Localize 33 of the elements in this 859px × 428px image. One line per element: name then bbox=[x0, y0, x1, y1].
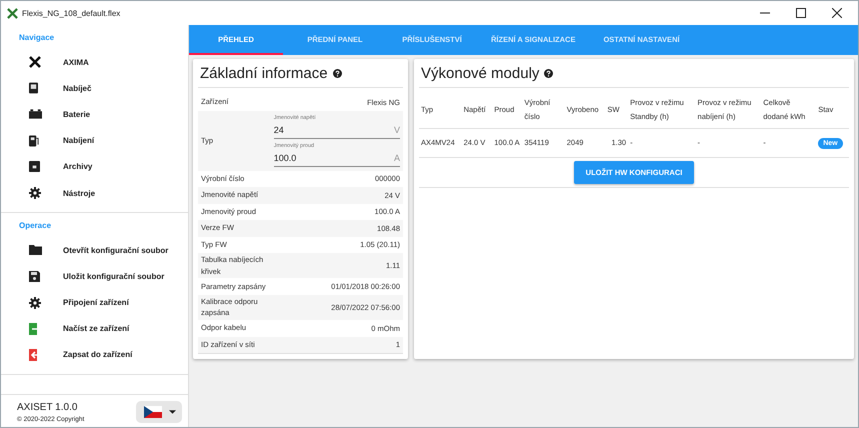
nav-item[interactable]: Nástroje bbox=[1, 180, 188, 206]
help-icon[interactable] bbox=[544, 68, 554, 78]
nav-item[interactable]: Zapsat do zařízení bbox=[1, 342, 188, 368]
app-version: AXISET 1.0.0 bbox=[17, 402, 78, 412]
flag-icon bbox=[144, 406, 162, 418]
section-heading: Navigace bbox=[18, 33, 54, 42]
card-title: Základní informace bbox=[200, 64, 328, 82]
settings-icon bbox=[29, 187, 41, 200]
nav-item[interactable]: Připojení zařízení bbox=[1, 290, 188, 316]
nav-item[interactable]: AXIMA bbox=[1, 49, 188, 76]
language-select[interactable] bbox=[136, 401, 182, 423]
maximize-icon[interactable] bbox=[796, 8, 806, 18]
battery-icon bbox=[29, 109, 42, 120]
nav-item[interactable]: Nabíjení bbox=[1, 128, 188, 154]
window-title: Flexis_NG_108_default.flex bbox=[22, 8, 120, 18]
archive-icon bbox=[29, 161, 40, 172]
nav-item[interactable]: Načíst ze zařízení bbox=[1, 316, 188, 342]
card-title: Výkonové moduly bbox=[421, 64, 540, 82]
close-icon[interactable] bbox=[832, 8, 842, 18]
settings-icon bbox=[29, 296, 41, 309]
nav-item[interactable]: Archivy bbox=[1, 154, 188, 180]
charger-icon bbox=[29, 82, 38, 94]
caret-icon bbox=[169, 410, 176, 414]
help-icon[interactable] bbox=[332, 68, 342, 78]
folder-icon bbox=[29, 245, 42, 256]
fuel-pump-icon bbox=[29, 134, 39, 147]
app-logo-icon bbox=[7, 8, 18, 18]
x-icon bbox=[29, 56, 41, 68]
nav-item[interactable]: Nabíječ bbox=[1, 75, 188, 102]
nav-item[interactable]: Otevřít konfigurační soubor bbox=[1, 237, 188, 264]
nav-item[interactable]: Baterie bbox=[1, 101, 188, 128]
nav-item[interactable]: Uložit konfigurační soubor bbox=[1, 263, 188, 290]
section-heading: Operace bbox=[18, 221, 52, 230]
